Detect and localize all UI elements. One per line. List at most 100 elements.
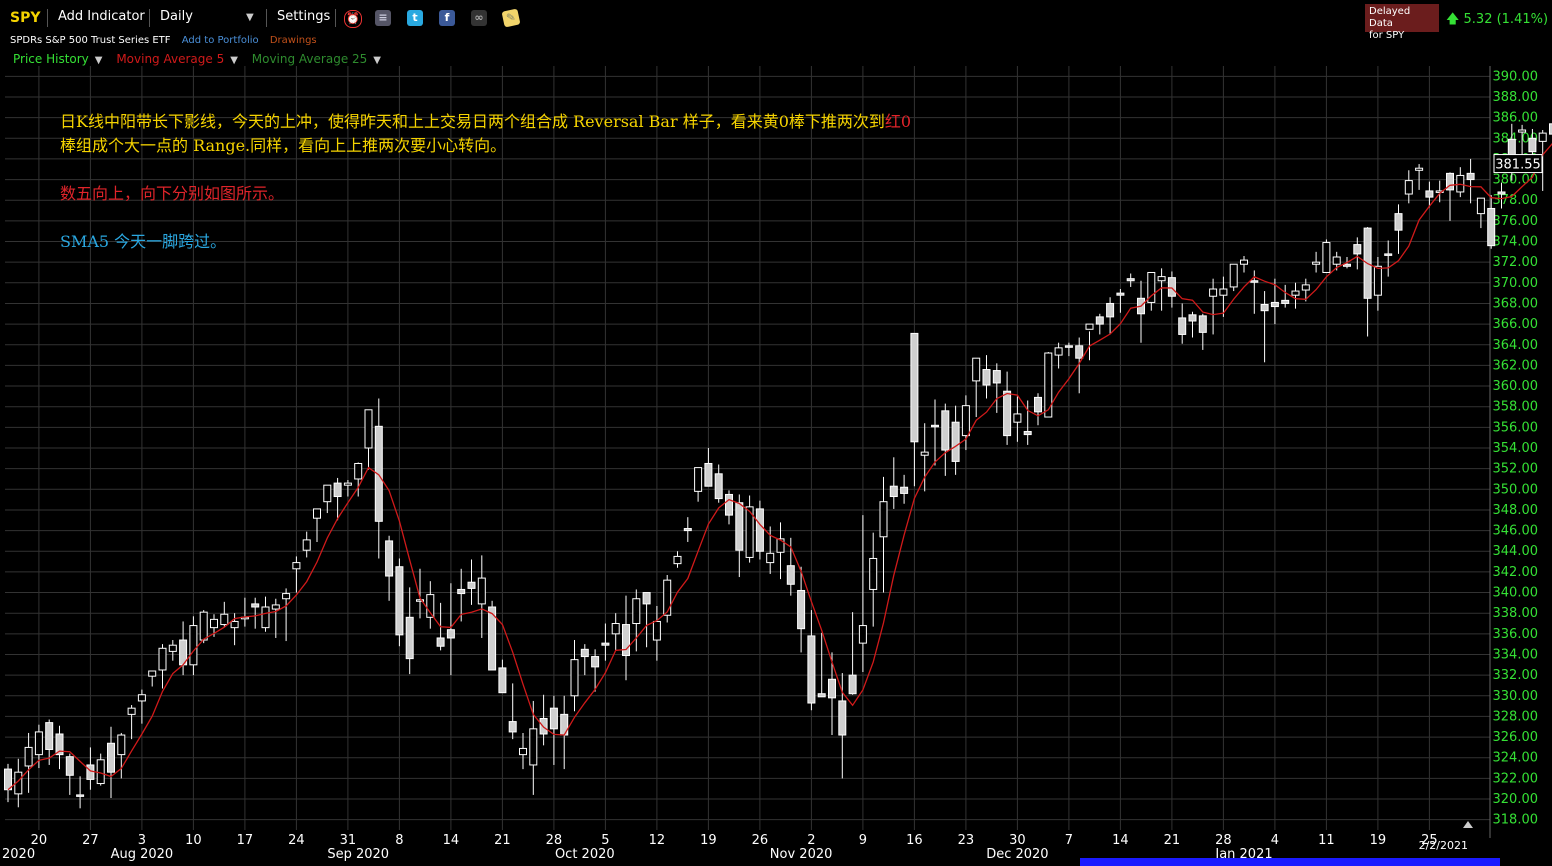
candle-body: [477, 577, 486, 605]
candle-body: [920, 451, 929, 456]
x-month-label: Oct 2020: [555, 847, 615, 862]
candle-body: [127, 707, 136, 715]
x-tick-label: 11: [1318, 833, 1335, 848]
annotation-line-2: 棒组成个大一点的 Range.同样，看向上上推两次要小心转向。: [60, 136, 507, 155]
candle-body: [1322, 242, 1331, 273]
x-tick-label: 8: [395, 833, 403, 848]
y-tick-label: 388.00: [1493, 90, 1539, 105]
candle-body: [1198, 315, 1207, 333]
candle-body: [86, 764, 95, 780]
candle-body: [714, 473, 723, 500]
y-tick-label: 324.00: [1493, 751, 1539, 766]
x-month-label: Nov 2020: [770, 847, 833, 862]
annotation-line-4: SMA5 今天一脚跨过。: [60, 232, 227, 251]
x-tick-label: 21: [494, 833, 511, 848]
x-tick-label: 26: [752, 833, 769, 848]
candle-body: [755, 508, 764, 552]
last-price-tag: 381.55: [1493, 154, 1543, 174]
x-tick-label: 12: [649, 833, 666, 848]
candle-body: [364, 409, 373, 449]
candle-body: [1023, 430, 1032, 436]
candle-body: [395, 566, 404, 636]
candle-body: [931, 424, 939, 428]
candle-body: [735, 502, 744, 551]
candle-body: [1240, 259, 1248, 265]
candle-body: [961, 405, 970, 437]
candle-body: [1528, 137, 1537, 153]
candle-body: [24, 746, 33, 767]
candle-body: [220, 613, 229, 626]
candle-body: [838, 700, 847, 736]
candle-body: [858, 625, 867, 644]
candle-body: [1281, 299, 1290, 304]
x-tick-label: 23: [958, 833, 975, 848]
x-tick-label: 31: [340, 833, 357, 848]
candle-body: [498, 667, 507, 694]
y-tick-label: 362.00: [1493, 358, 1539, 373]
candle-body: [900, 486, 909, 494]
candle-body: [879, 501, 888, 538]
candle-body: [652, 620, 661, 641]
x-tick-label: 21: [1164, 833, 1181, 848]
x-tick-label: 17: [237, 833, 254, 848]
candle-body: [704, 462, 713, 487]
y-tick-label: 338.00: [1493, 606, 1539, 621]
candle-body: [1332, 256, 1341, 265]
candle-body: [65, 756, 74, 776]
candle-body: [117, 734, 126, 756]
x-tick-label: 27: [82, 833, 99, 848]
candle-body: [766, 552, 775, 564]
y-tick-label: 376.00: [1493, 214, 1539, 229]
candle-body: [580, 648, 589, 658]
candle-body: [107, 742, 115, 773]
candle-body: [230, 620, 239, 629]
y-tick-label: 374.00: [1493, 235, 1539, 250]
candle-body: [1095, 316, 1104, 325]
candle-body: [1301, 284, 1310, 291]
candle-body: [807, 635, 816, 704]
candle-body: [467, 581, 476, 589]
candle-body: [158, 647, 167, 671]
candle-body: [96, 759, 105, 785]
y-tick-label: 360.00: [1493, 379, 1539, 394]
annotation-line-1: 日K线中阳带长下影线，今天的上冲，使得昨天和上上交易日两个组合成 Reversa…: [60, 108, 911, 132]
y-tick-label: 334.00: [1493, 647, 1539, 662]
candle-body: [869, 557, 878, 590]
x-tick-label: 19: [1370, 833, 1387, 848]
timeline-scrollbar[interactable]: [1080, 858, 1500, 866]
candle-body: [1466, 172, 1475, 181]
y-tick-label: 390.00: [1493, 69, 1539, 84]
candle-body: [343, 482, 352, 486]
candle-body: [261, 606, 270, 629]
candle-body: [1003, 390, 1012, 437]
candle-body: [1343, 263, 1351, 267]
y-tick-label: 368.00: [1493, 296, 1539, 311]
candle-body: [405, 616, 414, 660]
candle-body: [1126, 278, 1135, 282]
candle-body: [549, 707, 558, 730]
candle-body: [673, 555, 682, 565]
x-tick-label: 3: [138, 833, 146, 848]
candle-body: [611, 623, 620, 635]
candle-body: [1497, 191, 1506, 195]
y-tick-label: 318.00: [1493, 813, 1539, 828]
candle-body: [323, 484, 332, 503]
candle-body: [199, 611, 208, 641]
candle-body: [622, 624, 630, 657]
x-tick-label: 7: [1065, 833, 1073, 848]
candle-body: [251, 603, 260, 608]
y-tick-label: 352.00: [1493, 462, 1539, 477]
x-tick-label: 14: [1112, 833, 1129, 848]
candle-body: [683, 528, 692, 532]
candle-body: [292, 562, 301, 570]
y-tick-label: 386.00: [1493, 111, 1539, 126]
candle-body: [982, 369, 991, 386]
candle-body: [45, 722, 54, 750]
y-tick-label: 322.00: [1493, 771, 1539, 786]
y-tick-label: 366.00: [1493, 317, 1539, 332]
x-month-label: 2020: [2, 847, 35, 862]
annotation-line-1-red: 红0: [884, 112, 912, 131]
candle-body: [570, 659, 579, 697]
x-tick-label: 28: [546, 833, 563, 848]
candle-body: [992, 370, 1001, 384]
